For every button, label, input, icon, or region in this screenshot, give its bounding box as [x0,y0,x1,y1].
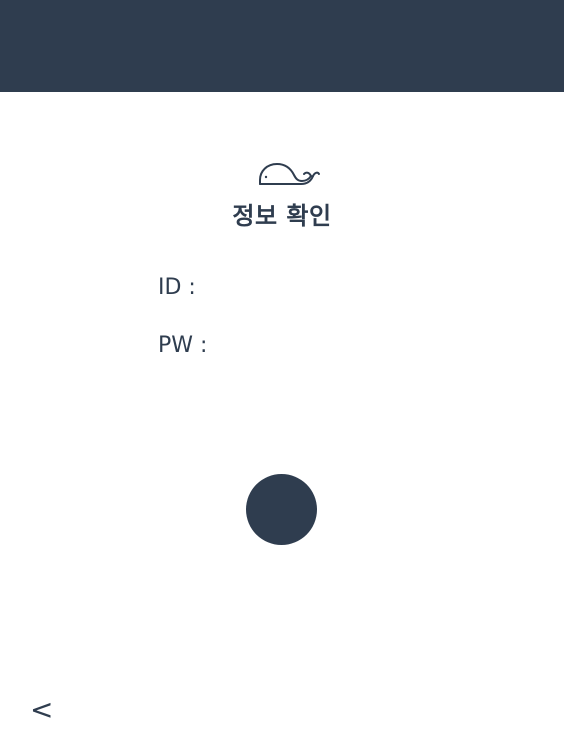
id-row: ID : [158,274,384,300]
pw-label: PW : [158,332,208,358]
id-value [204,274,384,300]
header-bar [0,0,564,92]
page: 정보 확인 ID : PW : < [0,0,564,753]
pw-value [215,332,395,358]
back-button[interactable]: < [30,696,53,724]
page-title: 정보 확인 [232,202,332,230]
confirm-button[interactable] [246,474,317,545]
id-label: ID : [158,274,196,300]
whale-icon [257,160,321,190]
pw-row: PW : [158,332,395,358]
